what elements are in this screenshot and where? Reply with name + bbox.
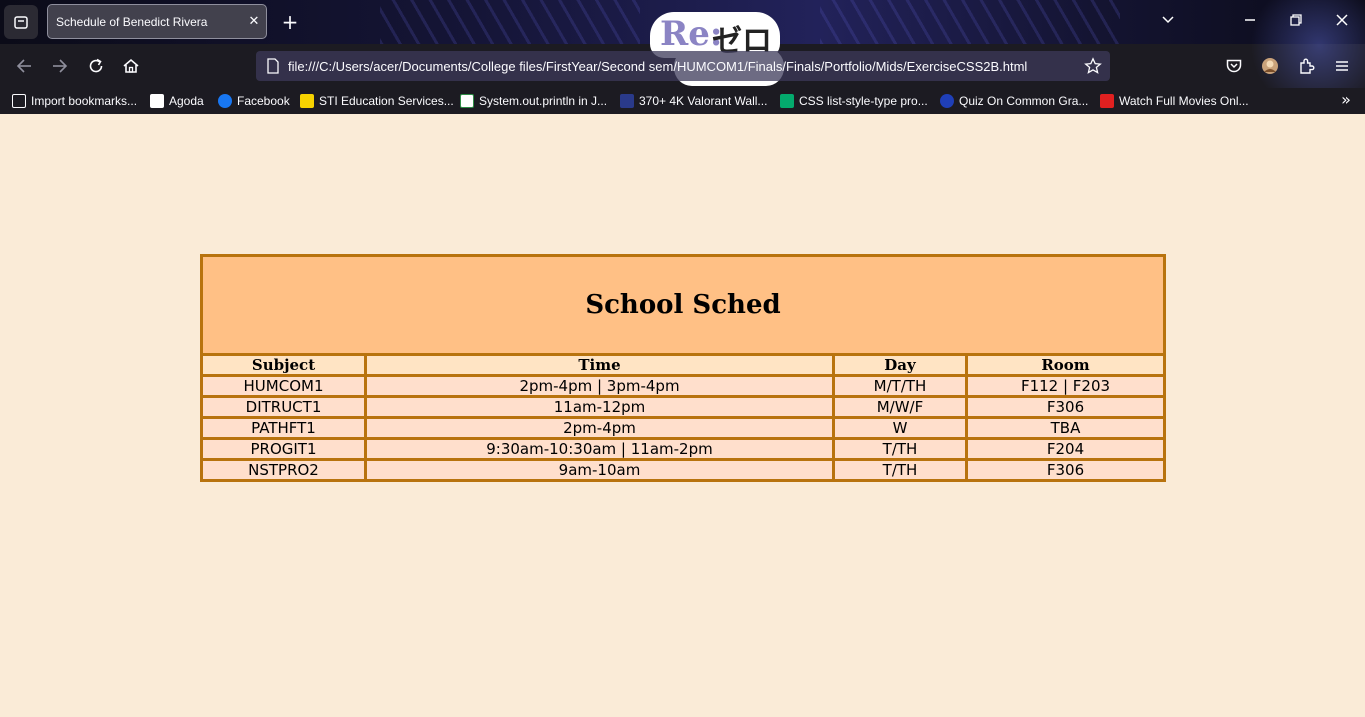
subject-cell: PROGIT1 <box>200 437 367 461</box>
subject-cell: NSTPRO2 <box>200 458 367 482</box>
bookmark-import[interactable]: Import bookmarks... <box>12 91 137 111</box>
table-row: PATHFT1 2pm-4pm W TBA <box>200 416 1166 440</box>
bookmark-label: Import bookmarks... <box>31 94 138 108</box>
column-header-day: Day <box>832 353 968 377</box>
import-icon <box>12 94 26 108</box>
tab-list-icon <box>14 16 28 29</box>
table-row: DITRUCT1 11am-12pm M/W/F F306 <box>200 395 1166 419</box>
bookmark-quiz[interactable]: Quiz On Common Gra... <box>940 91 1088 111</box>
bookmarks-toolbar: Import bookmarks... Agoda Facebook STI E… <box>0 88 1365 114</box>
table-row: NSTPRO2 9am-10am T/TH F306 <box>200 458 1166 482</box>
bookmark-movies[interactable]: Watch Full Movies Onl... <box>1100 91 1249 111</box>
room-cell: TBA <box>965 416 1166 440</box>
page-title: School Sched <box>585 290 781 320</box>
menu-icon[interactable] <box>1330 54 1354 78</box>
day-cell: T/TH <box>832 458 968 482</box>
subject-cell: DITRUCT1 <box>200 395 367 419</box>
extensions-icon[interactable] <box>1294 54 1318 78</box>
room-cell: F112 | F203 <box>965 374 1166 398</box>
column-header-subject: Subject <box>200 353 367 377</box>
table-row: PROGIT1 9:30am-10:30am | 11am-2pm T/TH F… <box>200 437 1166 461</box>
subject-cell: PATHFT1 <box>200 416 367 440</box>
minimize-icon[interactable] <box>1238 10 1262 34</box>
time-cell: 9:30am-10:30am | 11am-2pm <box>364 437 835 461</box>
bookmark-label: Facebook <box>237 94 290 108</box>
list-all-tabs-button[interactable] <box>4 5 38 39</box>
column-header-room: Room <box>965 353 1166 377</box>
column-header-time: Time <box>364 353 835 377</box>
agoda-icon <box>150 94 164 108</box>
bookmark-facebook[interactable]: Facebook <box>218 91 290 111</box>
table-header-row: Subject Time Day Room <box>200 353 1166 377</box>
address-bar[interactable]: file:///C:/Users/acer/Documents/College … <box>256 51 1110 81</box>
geeksforgeeks-icon <box>460 94 474 108</box>
wallpaper-icon <box>620 94 634 108</box>
time-cell: 2pm-4pm <box>364 416 835 440</box>
back-arrow-icon[interactable] <box>12 54 36 78</box>
schedule-table: School Sched Subject Time Day Room HUMCO… <box>200 254 1166 482</box>
close-icon[interactable]: ✕ <box>242 14 266 29</box>
window-close-icon[interactable] <box>1330 10 1354 34</box>
room-cell: F306 <box>965 458 1166 482</box>
bookmark-valorant[interactable]: 370+ 4K Valorant Wall... <box>620 91 767 111</box>
bookmark-css[interactable]: CSS list-style-type pro... <box>780 91 928 111</box>
theme-decoration <box>380 0 640 44</box>
bookmark-label: 370+ 4K Valorant Wall... <box>639 94 768 108</box>
day-cell: M/W/F <box>832 395 968 419</box>
room-cell: F306 <box>965 395 1166 419</box>
w3-icon <box>780 94 794 108</box>
day-cell: W <box>832 416 968 440</box>
bookmark-sti[interactable]: STI Education Services... <box>300 91 454 111</box>
time-cell: 2pm-4pm | 3pm-4pm <box>364 374 835 398</box>
day-cell: T/TH <box>832 437 968 461</box>
pocket-icon[interactable] <box>1222 54 1246 78</box>
sti-icon <box>300 94 314 108</box>
account-avatar-icon[interactable] <box>1258 54 1282 78</box>
bookmark-label: CSS list-style-type pro... <box>799 94 928 108</box>
file-icon <box>266 58 280 74</box>
restore-icon[interactable] <box>1284 10 1308 34</box>
bookmark-label: System.out.println in J... <box>479 94 608 108</box>
table-row: HUMCOM1 2pm-4pm | 3pm-4pm M/T/TH F112 | … <box>200 374 1166 398</box>
bookmark-star-icon[interactable] <box>1084 57 1102 75</box>
time-cell: 9am-10am <box>364 458 835 482</box>
tab-active[interactable]: Schedule of Benedict Rivera ✕ <box>47 4 267 39</box>
url-text[interactable]: file:///C:/Users/acer/Documents/College … <box>288 59 1084 74</box>
forward-arrow-icon[interactable] <box>48 54 72 78</box>
bookmark-geeksforgeeks[interactable]: System.out.println in J... <box>460 91 607 111</box>
subject-cell: HUMCOM1 <box>200 374 367 398</box>
bookmark-label: STI Education Services... <box>319 94 454 108</box>
room-cell: F204 <box>965 437 1166 461</box>
facebook-icon <box>218 94 232 108</box>
bookmark-label: Watch Full Movies Onl... <box>1119 94 1249 108</box>
tab-strip: Schedule of Benedict Rivera ✕ + Re: ゼロ <box>0 0 1365 114</box>
movie-icon <box>1100 94 1114 108</box>
bookmark-label: Agoda <box>169 94 204 108</box>
more-bookmarks-icon[interactable]: » <box>1336 90 1356 109</box>
table-caption: School Sched <box>200 254 1166 356</box>
new-tab-button[interactable]: + <box>278 10 302 34</box>
time-cell: 11am-12pm <box>364 395 835 419</box>
browser-chrome: Schedule of Benedict Rivera ✕ + Re: ゼロ f… <box>0 0 1365 114</box>
bookmark-agoda[interactable]: Agoda <box>150 91 204 111</box>
table-caption-row: School Sched <box>200 254 1166 356</box>
tab-title: Schedule of Benedict Rivera <box>56 14 208 29</box>
reload-icon[interactable] <box>84 54 108 78</box>
quiz-icon <box>940 94 954 108</box>
chevron-down-icon[interactable] <box>1156 10 1180 34</box>
home-icon[interactable] <box>119 54 143 78</box>
bookmark-label: Quiz On Common Gra... <box>959 94 1089 108</box>
theme-decoration <box>820 0 1120 44</box>
day-cell: M/T/TH <box>832 374 968 398</box>
